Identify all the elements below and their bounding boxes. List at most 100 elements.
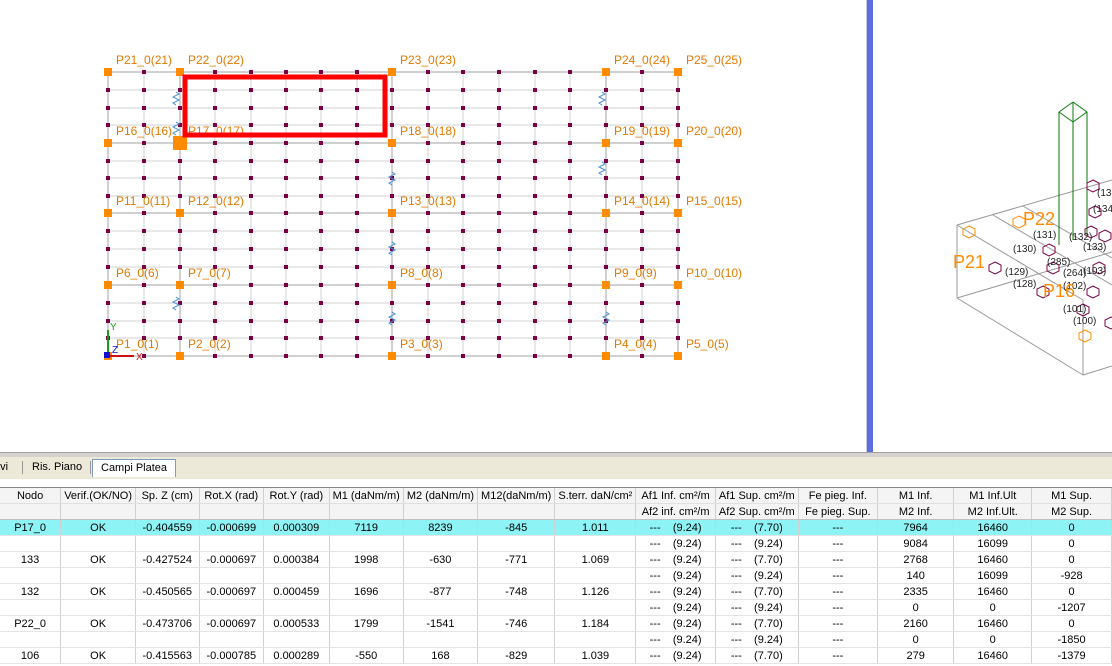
table-cell[interactable]: --- (7.70) — [715, 583, 799, 600]
table-cell[interactable] — [199, 567, 265, 584]
table-cell[interactable]: --- (9.24) — [635, 551, 716, 568]
table-cell[interactable]: --- (9.24) — [715, 599, 799, 616]
table-cell[interactable]: -630 — [403, 551, 479, 568]
table-cell[interactable] — [477, 567, 556, 584]
column-subheader[interactable]: Fe pieg. Sup. — [798, 503, 878, 520]
table-cell[interactable]: --- (9.24) — [635, 567, 716, 584]
mesh-node[interactable] — [533, 123, 537, 127]
table-cell[interactable]: -0.000699 — [199, 519, 265, 536]
mesh-node[interactable] — [355, 88, 359, 92]
mesh-node[interactable] — [604, 88, 608, 92]
pillar-node[interactable] — [176, 209, 184, 217]
mesh-node[interactable] — [461, 211, 465, 215]
pillar-node[interactable] — [602, 209, 610, 217]
mesh-node[interactable] — [568, 229, 572, 233]
mesh-node[interactable] — [568, 354, 572, 358]
mesh-node[interactable] — [426, 141, 430, 145]
mesh-node[interactable] — [461, 229, 465, 233]
pillar-node[interactable] — [674, 209, 682, 217]
mesh-node[interactable] — [178, 194, 182, 198]
table-cell[interactable] — [554, 535, 637, 552]
table-cell[interactable]: -1379 — [1031, 647, 1112, 664]
mesh-node[interactable] — [106, 229, 110, 233]
table-cell[interactable]: 16460 — [953, 551, 1033, 568]
mesh-node[interactable] — [426, 301, 430, 305]
table-cell[interactable]: --- — [798, 615, 878, 632]
table-cell[interactable] — [0, 631, 62, 648]
mesh-node[interactable] — [676, 88, 680, 92]
table-cell[interactable]: -1207 — [1031, 599, 1112, 616]
mesh-node[interactable] — [142, 247, 146, 251]
mesh-node[interactable] — [533, 70, 537, 74]
table-cell[interactable]: --- (9.24) — [715, 535, 799, 552]
mesh-node[interactable] — [568, 194, 572, 198]
mesh-node[interactable] — [676, 229, 680, 233]
mesh-node[interactable] — [676, 247, 680, 251]
column-header[interactable]: Fe pieg. Inf. — [798, 488, 878, 504]
mesh-node[interactable] — [319, 229, 323, 233]
column-subheader[interactable] — [199, 503, 265, 520]
mesh-node[interactable] — [142, 159, 146, 163]
table-cell[interactable]: 0 — [1031, 583, 1112, 600]
mesh-node[interactable] — [568, 123, 572, 127]
column-header[interactable]: Rot.X (rad) — [199, 488, 265, 504]
table-cell[interactable]: --- (7.70) — [715, 615, 799, 632]
pillar-node[interactable] — [602, 281, 610, 289]
mesh-node[interactable] — [640, 319, 644, 323]
mesh-node[interactable] — [604, 123, 608, 127]
mesh-node[interactable] — [213, 141, 217, 145]
table-cell[interactable] — [403, 599, 479, 616]
mesh-node[interactable] — [676, 123, 680, 127]
pillar-node[interactable] — [176, 352, 184, 360]
pillar-node[interactable] — [602, 139, 610, 147]
mesh-node[interactable] — [640, 354, 644, 358]
mesh-node[interactable] — [497, 159, 501, 163]
pillar-node[interactable] — [104, 139, 112, 147]
mesh-node[interactable] — [355, 159, 359, 163]
table-cell[interactable]: 16460 — [953, 647, 1033, 664]
table-cell[interactable]: 140 — [877, 567, 955, 584]
table-cell[interactable]: 0 — [877, 631, 955, 648]
column-header[interactable]: Nodo — [0, 488, 62, 504]
plan-view[interactable]: P21_0(21) P22_0(22) P23_0(23) P24_0(24) P25_… — [0, 0, 866, 452]
table-cell[interactable]: 1998 — [329, 551, 404, 568]
table-cell[interactable] — [554, 599, 637, 616]
mesh-node[interactable] — [640, 176, 644, 180]
pillar-node[interactable] — [104, 68, 112, 76]
table-cell[interactable]: 106 — [0, 647, 62, 664]
mesh-node[interactable] — [568, 106, 572, 110]
table-cell[interactable]: 1.184 — [554, 615, 637, 632]
table-cell[interactable] — [477, 631, 556, 648]
mesh-node[interactable] — [284, 283, 288, 287]
table-cell[interactable] — [60, 599, 137, 616]
mesh-node[interactable] — [604, 194, 608, 198]
mesh-node[interactable] — [249, 319, 253, 323]
mesh-node[interactable] — [497, 354, 501, 358]
mesh-node[interactable] — [533, 106, 537, 110]
mesh-node[interactable] — [213, 301, 217, 305]
mesh-node[interactable] — [319, 283, 323, 287]
mesh-node[interactable] — [497, 88, 501, 92]
mesh-node[interactable] — [319, 336, 323, 340]
column-header[interactable]: Af1 Sup. cm²/m — [715, 488, 799, 504]
column-subheader[interactable] — [477, 503, 556, 520]
plan-canvas[interactable]: P21_0(21) P22_0(22) P23_0(23) P24_0(24) P25_… — [0, 0, 866, 452]
mesh-node[interactable] — [497, 336, 501, 340]
column-subheader[interactable] — [0, 503, 62, 520]
mesh-node[interactable] — [568, 176, 572, 180]
mesh-node[interactable] — [676, 265, 680, 269]
column-subheader[interactable] — [263, 503, 330, 520]
table-cell[interactable]: 0 — [953, 599, 1033, 616]
mesh-node[interactable] — [461, 265, 465, 269]
table-cell[interactable]: --- — [798, 647, 878, 664]
mesh-node[interactable] — [249, 354, 253, 358]
mesh-node[interactable] — [461, 141, 465, 145]
table-cell[interactable]: -0.000697 — [199, 551, 265, 568]
mesh-node[interactable] — [142, 319, 146, 323]
table-cell[interactable]: -829 — [477, 647, 556, 664]
mesh-node[interactable] — [497, 319, 501, 323]
mesh-node[interactable] — [355, 301, 359, 305]
mesh-node[interactable] — [640, 106, 644, 110]
mesh-node[interactable] — [533, 283, 537, 287]
mesh-node[interactable] — [355, 211, 359, 215]
